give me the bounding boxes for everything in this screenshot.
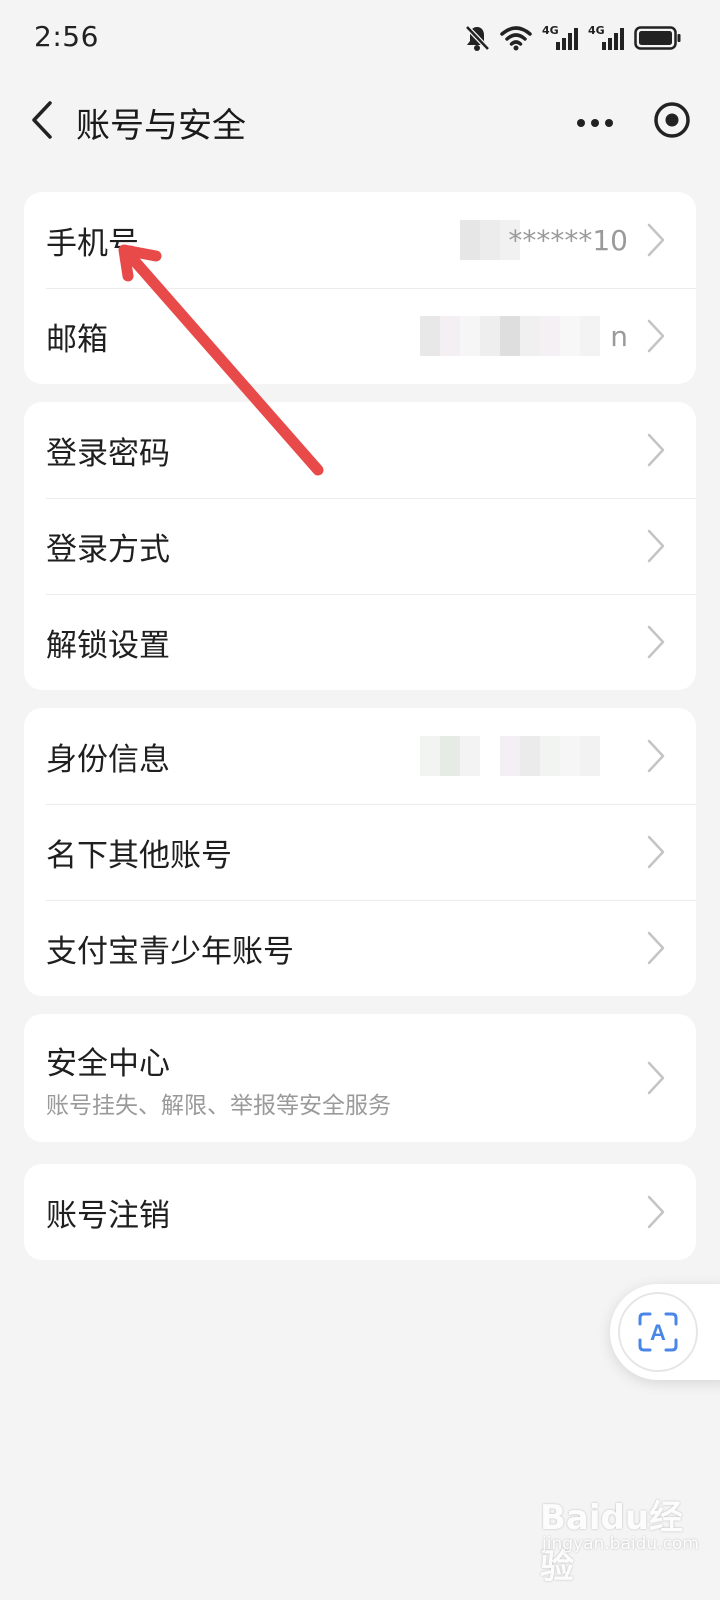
- identity-info-row[interactable]: 身份信息: [24, 708, 696, 804]
- email-label: 邮箱: [46, 321, 108, 358]
- chevron-right-icon: [647, 739, 665, 773]
- teen-account-label: 支付宝青少年账号: [46, 933, 294, 970]
- email-mask: [420, 316, 600, 356]
- other-accounts-label: 名下其他账号: [46, 837, 232, 874]
- more-button[interactable]: [572, 102, 618, 142]
- security-center-row[interactable]: 安全中心 账号挂失、解限、举报等安全服务: [24, 1014, 696, 1142]
- page-title: 账号与安全: [76, 106, 246, 146]
- mute-bell-icon: [464, 24, 490, 52]
- wifi-icon: [500, 25, 532, 51]
- unlock-settings-label: 解锁设置: [46, 627, 170, 664]
- security-center-card: 安全中心 账号挂失、解限、举报等安全服务: [24, 1014, 696, 1142]
- chevron-right-icon: [647, 1195, 665, 1229]
- chevron-right-icon: [647, 319, 665, 353]
- login-method-label: 登录方式: [46, 531, 170, 568]
- chevron-right-icon: [647, 1061, 665, 1095]
- identity-info-mask: [420, 736, 600, 776]
- login-password-label: 登录密码: [46, 435, 170, 472]
- scan-text-icon: A: [618, 1292, 698, 1372]
- status-bar: 2:56 4G 4G: [0, 0, 720, 80]
- login-settings-card: 登录密码 登录方式 解锁设置: [24, 402, 696, 690]
- floating-scan-button[interactable]: A: [610, 1284, 720, 1380]
- phone-number-value: ******10: [508, 223, 628, 257]
- account-cancel-card: 账号注销: [24, 1164, 696, 1260]
- teen-account-row[interactable]: 支付宝青少年账号: [24, 900, 696, 996]
- nav-bar: 账号与安全: [0, 86, 720, 158]
- chevron-right-icon: [647, 433, 665, 467]
- account-info-card: 手机号 ******10 邮箱 n: [24, 192, 696, 384]
- login-method-row[interactable]: 登录方式: [24, 498, 696, 594]
- account-cancel-row[interactable]: 账号注销: [24, 1164, 696, 1260]
- signal-4g-icon: 4G: [542, 24, 578, 52]
- back-button[interactable]: [22, 96, 62, 148]
- target-circle-icon: [652, 100, 692, 144]
- back-arrow-icon: [30, 100, 54, 144]
- phone-number-label: 手机号: [46, 225, 139, 262]
- account-cancel-label: 账号注销: [46, 1197, 170, 1234]
- svg-text:A: A: [650, 1320, 666, 1345]
- chevron-right-icon: [647, 529, 665, 563]
- more-dots-icon: [576, 113, 614, 132]
- identity-info-label: 身份信息: [46, 741, 170, 778]
- security-center-subtitle: 账号挂失、解限、举报等安全服务: [46, 1093, 391, 1119]
- unlock-settings-row[interactable]: 解锁设置: [24, 594, 696, 690]
- mini-program-close-button[interactable]: [650, 100, 694, 144]
- identity-card: 身份信息 名下其他账号 支付宝青少年账号: [24, 708, 696, 996]
- login-password-row[interactable]: 登录密码: [24, 402, 696, 498]
- watermark-url: jingyan.baidu.com: [542, 1534, 699, 1554]
- signal-4g-icon: 4G: [588, 24, 624, 52]
- other-accounts-row[interactable]: 名下其他账号: [24, 804, 696, 900]
- chevron-right-icon: [647, 835, 665, 869]
- email-value: n: [610, 319, 628, 353]
- status-icons: 4G 4G: [464, 22, 682, 54]
- chevron-right-icon: [647, 931, 665, 965]
- security-center-label: 安全中心: [46, 1046, 170, 1082]
- status-time: 2:56: [34, 20, 99, 53]
- phone-number-row[interactable]: 手机号 ******10: [24, 192, 696, 288]
- chevron-right-icon: [647, 223, 665, 257]
- battery-icon: [634, 25, 682, 51]
- chevron-right-icon: [647, 625, 665, 659]
- baidu-watermark: Baidu经验 jingyan.baidu.com: [540, 1490, 700, 1587]
- email-row[interactable]: 邮箱 n: [24, 288, 696, 384]
